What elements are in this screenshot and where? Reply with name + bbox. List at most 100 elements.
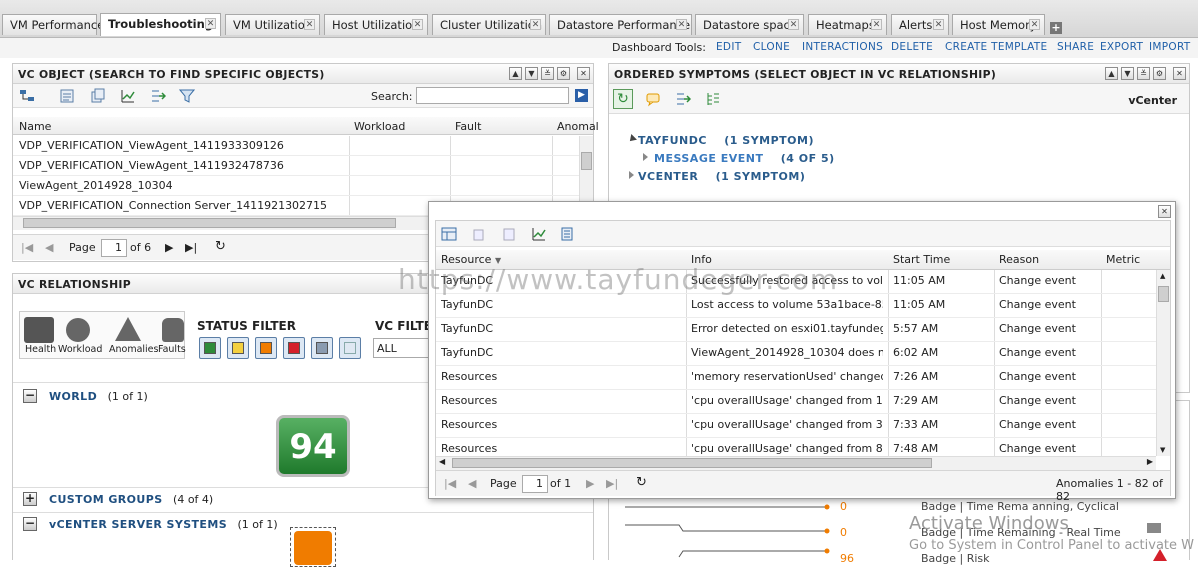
vc-filter-select[interactable]: ALL <box>373 338 433 358</box>
vcenter-node-selection[interactable] <box>290 527 336 567</box>
table-row[interactable]: Resources'cpu overallUsage' changed from… <box>436 414 1156 438</box>
horizontal-scrollbar[interactable]: ◀ ▶ <box>436 456 1156 470</box>
tab-datastore-space[interactable]: Datastore space ✕ <box>695 14 804 35</box>
interactions-link[interactable]: INTERACTIONS <box>802 41 883 53</box>
close-tab-icon[interactable]: ✕ <box>205 18 216 29</box>
scroll-left-icon[interactable]: ◀ <box>439 457 445 466</box>
column-name[interactable]: Name <box>19 120 51 133</box>
move-down-icon[interactable]: ▼ <box>525 67 538 80</box>
export-arrow-icon[interactable] <box>150 88 166 104</box>
table-row[interactable]: Resources'cpu overallUsage' changed from… <box>436 438 1156 456</box>
filter-red-button[interactable] <box>283 337 305 359</box>
prev-page-icon[interactable]: ◀ <box>468 477 476 490</box>
last-page-icon[interactable]: ▶| <box>606 477 618 490</box>
chart-icon[interactable] <box>120 88 136 104</box>
health-badge-icon[interactable] <box>24 317 54 343</box>
column-reason[interactable]: Reason <box>999 253 1039 266</box>
share-link[interactable]: SHARE <box>1057 41 1094 53</box>
refresh-icon[interactable]: ↻ <box>636 475 647 490</box>
column-start-time[interactable]: Start Time <box>893 253 950 266</box>
hierarchy-icon[interactable] <box>19 88 35 104</box>
table-row[interactable]: VDP_VERIFICATION_ViewAgent_1411933309126 <box>13 136 579 156</box>
search-input[interactable] <box>416 87 569 104</box>
faults-badge-icon[interactable] <box>162 318 184 342</box>
settings-icon[interactable]: ⚙ <box>1153 67 1166 80</box>
tab-cluster-utilization[interactable]: Cluster Utilization ✕ <box>432 14 546 35</box>
close-tab-icon[interactable]: ✕ <box>304 19 315 30</box>
close-icon[interactable]: ✕ <box>1173 67 1186 80</box>
paste-icon[interactable] <box>501 226 517 242</box>
tab-host-memory[interactable]: Host Memory ✕ <box>952 14 1045 35</box>
close-tab-icon[interactable]: ✕ <box>1029 19 1040 30</box>
table-row[interactable]: TayfunDC Lost access to volume 53a1bace-8… <box>436 294 1156 318</box>
export-link[interactable]: EXPORT <box>1100 41 1143 53</box>
tab-vm-performance[interactable]: VM Performance <box>2 14 104 35</box>
details-icon[interactable] <box>441 226 457 242</box>
filter-yellow-button[interactable] <box>227 337 249 359</box>
filter-none-button[interactable] <box>339 337 361 359</box>
collapse-icon[interactable]: ≚ <box>541 67 554 80</box>
first-page-icon[interactable]: |◀ <box>21 241 33 254</box>
close-icon[interactable]: ✕ <box>577 67 590 80</box>
tree-node-world[interactable]: WORLD (1 of 1) <box>49 390 148 403</box>
next-page-icon[interactable]: ▶ <box>165 241 173 254</box>
object-details-icon[interactable] <box>59 88 75 104</box>
copy-icon[interactable] <box>471 226 487 242</box>
table-row[interactable]: TayfunDC Error detected on esxi01.tayfund… <box>436 318 1156 342</box>
filter-unknown-button[interactable] <box>311 337 333 359</box>
copy-icon[interactable] <box>90 88 106 104</box>
page-number-input[interactable]: 1 <box>522 475 548 493</box>
last-page-icon[interactable]: ▶| <box>185 241 197 254</box>
expanded-arrow-icon[interactable] <box>627 134 637 144</box>
collapse-vcenter-icon[interactable]: − <box>23 517 37 531</box>
prev-page-icon[interactable]: ◀ <box>45 241 53 254</box>
close-tab-icon[interactable]: ✕ <box>933 19 944 30</box>
create-template-link[interactable]: CREATE TEMPLATE <box>945 41 1047 53</box>
anomalies-badge-icon[interactable] <box>115 317 141 341</box>
tab-host-utilization[interactable]: Host Utilization ✕ <box>324 14 428 35</box>
close-tab-icon[interactable]: ✕ <box>530 19 541 30</box>
close-tab-icon[interactable]: ✕ <box>676 19 687 30</box>
close-tab-icon[interactable]: ✕ <box>871 19 882 30</box>
tab-heatmaps[interactable]: Heatmaps ✕ <box>808 14 887 35</box>
collapse-world-icon[interactable]: − <box>23 389 37 403</box>
document-icon[interactable] <box>559 226 575 242</box>
tab-datastore-performance[interactable]: Datastore Performance ✕ <box>549 14 692 35</box>
refresh-icon[interactable]: ↻ <box>613 89 633 109</box>
tab-alerts[interactable]: Alerts ✕ <box>891 14 949 35</box>
next-page-icon[interactable]: ▶ <box>586 477 594 490</box>
list-icon[interactable] <box>1147 523 1161 533</box>
hierarchy-grid-icon[interactable] <box>705 91 721 107</box>
collapsed-arrow-icon[interactable] <box>629 171 634 179</box>
table-row[interactable]: Resources'cpu overallUsage' changed from… <box>436 390 1156 414</box>
close-popup-icon[interactable]: ✕ <box>1158 205 1171 218</box>
workload-badge-icon[interactable] <box>66 318 90 342</box>
world-health-badge[interactable]: 94 <box>276 415 350 477</box>
table-row[interactable]: TayfunDC ViewAgent_2014928_10304 does n..… <box>436 342 1156 366</box>
close-tab-icon[interactable]: ✕ <box>788 19 799 30</box>
clone-link[interactable]: CLONE <box>753 41 790 53</box>
symptom-tayfundc[interactable]: TAYFUNDC (1 SYMPTOM) <box>638 134 814 147</box>
export-arrow-icon[interactable] <box>675 91 691 107</box>
vertical-scrollbar[interactable]: ▲ ▼ <box>1156 270 1170 456</box>
move-down-icon[interactable]: ▼ <box>1121 67 1134 80</box>
filter-green-button[interactable] <box>199 337 221 359</box>
import-link[interactable]: IMPORT <box>1149 41 1191 53</box>
tree-node-custom-groups[interactable]: CUSTOM GROUPS (4 of 4) <box>49 493 213 506</box>
first-page-icon[interactable]: |◀ <box>444 477 456 490</box>
table-row[interactable]: Resources'memory reservationUsed' change… <box>436 366 1156 390</box>
column-metric[interactable]: Metric <box>1106 253 1140 266</box>
search-go-icon[interactable]: ▶ <box>575 89 588 102</box>
table-row[interactable]: VDP_VERIFICATION_ViewAgent_1411932478736 <box>13 156 579 176</box>
column-anomalies[interactable]: Anomal <box>557 120 599 133</box>
settings-icon[interactable]: ⚙ <box>557 67 570 80</box>
filter-icon[interactable] <box>179 88 195 104</box>
move-up-icon[interactable]: ▲ <box>1105 67 1118 80</box>
add-tab-icon[interactable]: + <box>1050 22 1062 34</box>
collapse-icon[interactable]: ≚ <box>1137 67 1150 80</box>
scroll-down-icon[interactable]: ▼ <box>1160 446 1165 454</box>
column-fault[interactable]: Fault <box>455 120 481 133</box>
symptom-vcenter[interactable]: VCENTER (1 SYMPTOM) <box>638 170 805 183</box>
refresh-icon[interactable]: ↻ <box>215 239 226 254</box>
comment-icon[interactable] <box>645 91 661 107</box>
